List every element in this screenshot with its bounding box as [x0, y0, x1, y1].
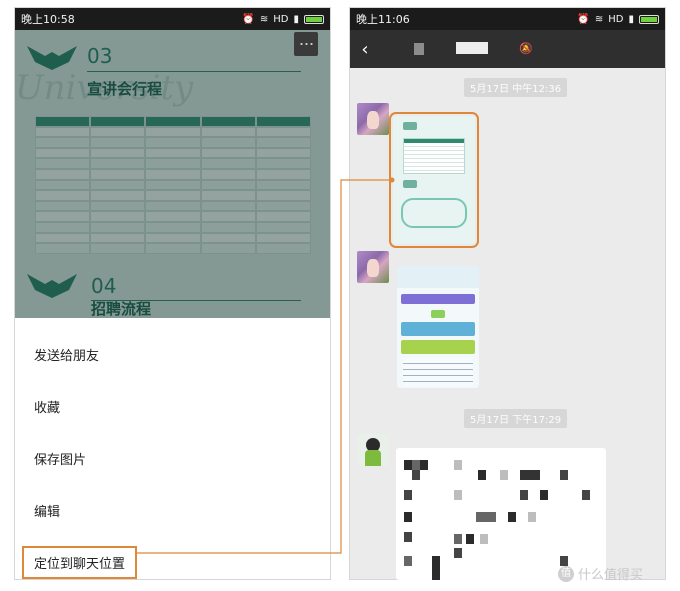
- menu-item-save-image[interactable]: 保存图片: [15, 432, 330, 484]
- flyer-band: [401, 322, 475, 336]
- status-time: 晚上11:06: [356, 13, 410, 26]
- mini-logo-icon: [431, 310, 445, 318]
- dim-overlay: [15, 30, 330, 318]
- mini-schedule-table: [403, 138, 465, 174]
- battery-icon: [639, 14, 659, 24]
- action-menu: 发送给朋友 收藏 保存图片 编辑 定位到聊天位置: [15, 318, 330, 579]
- image-preview[interactable]: 03 University 宣讲会行程 04 招聘流程: [15, 30, 330, 318]
- alarm-icon: ⏰: [577, 13, 590, 25]
- flyer-header: [397, 266, 479, 288]
- flyer-text-block: [403, 358, 473, 386]
- back-arrow-icon[interactable]: ‹: [350, 39, 380, 60]
- watermark-text: 什么值得买: [578, 568, 644, 583]
- menu-item-locate-in-chat[interactable]: 定位到聊天位置: [15, 536, 330, 579]
- mute-bell-icon: 🔕: [519, 42, 533, 55]
- wifi-icon: ≋: [259, 13, 269, 25]
- status-bar: 晚上11:06 ⏰ ≋ HD ▮: [350, 8, 665, 30]
- mini-logo-icon: [403, 122, 417, 130]
- status-icons: ⏰ ≋ HD ▮: [577, 14, 659, 25]
- signal-icon: ▮: [628, 13, 634, 25]
- signal-icon: ▮: [293, 13, 299, 25]
- watermark-badge: 值: [558, 565, 574, 582]
- avatar[interactable]: [357, 103, 389, 135]
- mini-logo-icon: [403, 180, 417, 188]
- menu-item-send-to-friend[interactable]: 发送给朋友: [15, 328, 330, 380]
- blurred-name: [456, 42, 488, 54]
- image-message[interactable]: [397, 266, 479, 388]
- more-options-icon[interactable]: [294, 32, 318, 56]
- network-label: HD: [608, 13, 624, 25]
- flyer-band: [401, 294, 475, 304]
- chat-header: ‹ 🔕: [350, 30, 665, 68]
- qr-code-image-message[interactable]: [396, 448, 606, 580]
- status-bar: 晚上10:58 ⏰ ≋ HD ▮: [15, 8, 330, 30]
- avatar[interactable]: [357, 434, 389, 466]
- watermark: 值 什么值得买: [558, 564, 643, 583]
- alarm-icon: ⏰: [242, 13, 255, 25]
- message-timestamp: 5月17日 中午12:36: [464, 78, 568, 97]
- status-time: 晚上10:58: [21, 13, 75, 26]
- battery-icon: [304, 14, 324, 24]
- left-phone-screen: 晚上10:58 ⏰ ≋ HD ▮ 03 University 宣讲会行程 04 …: [14, 7, 331, 580]
- menu-item-edit[interactable]: 编辑: [15, 484, 330, 536]
- avatar[interactable]: [357, 251, 389, 283]
- image-message-highlighted[interactable]: [389, 112, 479, 248]
- blurred-name: [414, 43, 424, 55]
- wifi-icon: ≋: [594, 13, 604, 25]
- flyer-band: [401, 340, 475, 354]
- status-icons: ⏰ ≋ HD ▮: [242, 14, 324, 25]
- mini-flow-diagram: [401, 198, 467, 228]
- message-timestamp: 5月17日 下午17:29: [464, 409, 568, 428]
- menu-item-favorite[interactable]: 收藏: [15, 380, 330, 432]
- network-label: HD: [273, 13, 289, 25]
